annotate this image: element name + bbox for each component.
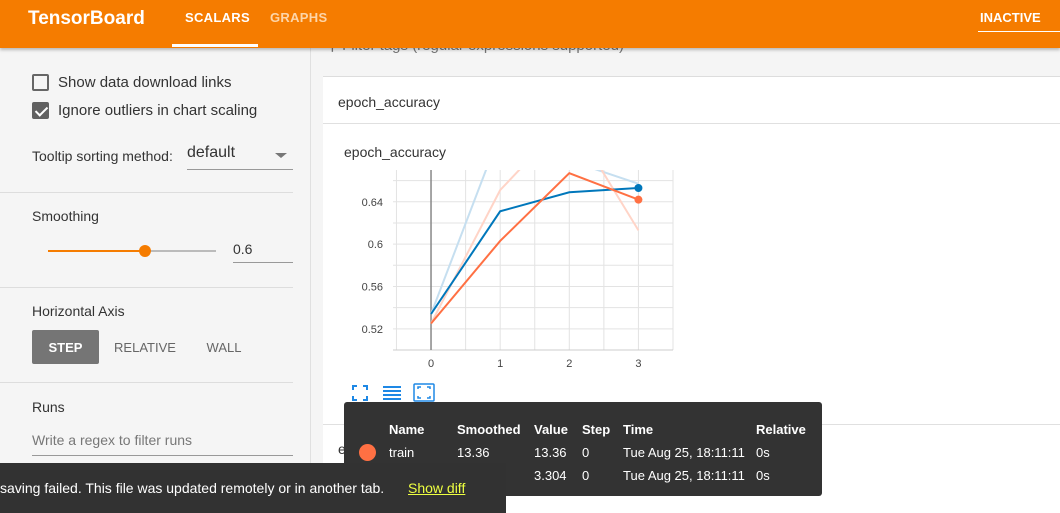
tooltip-header-value: Value: [534, 422, 568, 437]
expand-icon[interactable]: [352, 385, 368, 401]
show-download-links-option[interactable]: Show data download links: [32, 74, 231, 91]
smoothing-slider-thumb[interactable]: [138, 245, 151, 257]
tag-group-title: epoch_accuracy: [338, 94, 440, 110]
y-tick-label: 0.52: [362, 324, 383, 336]
runs-label: Runs: [32, 399, 65, 415]
data-table-icon[interactable]: [383, 386, 401, 400]
active-tab-indicator: [172, 44, 258, 47]
show-download-links-checkbox[interactable]: [32, 74, 49, 91]
smoothing-slider-fill: [48, 250, 145, 252]
series-color-swatch: [359, 444, 376, 461]
chart-plot[interactable]: 0.52 0.56 0.6 0.64 0 1 2 3: [323, 144, 1060, 424]
tooltip-row-value: 3.304: [534, 468, 567, 483]
axis-relative-button[interactable]: RELATIVE: [109, 330, 181, 364]
smoothing-slider[interactable]: [48, 245, 216, 257]
tab-scalars[interactable]: SCALARS: [185, 10, 250, 25]
horizontal-axis-label: Horizontal Axis: [32, 303, 125, 319]
series-last-point: [634, 184, 643, 192]
toast-message: saving failed. This file was updated rem…: [0, 480, 385, 496]
tooltip-row-step: 0: [582, 468, 590, 483]
tooltip-sort-label: Tooltip sorting method:: [32, 148, 173, 164]
series-last-point: [634, 195, 643, 204]
tooltip-row-value: 13.36: [534, 445, 567, 460]
sidebar: Show data download links Ignore outliers…: [0, 48, 311, 513]
tooltip-row-smoothed: 13.36: [457, 445, 490, 460]
tooltip-header-name: Name: [389, 422, 425, 437]
x-tick-label: 2: [566, 358, 572, 370]
ignore-outliers-label: Ignore outliers in chart scaling: [58, 102, 258, 119]
axis-wall-button[interactable]: WALL: [193, 330, 255, 364]
tooltip-sort-select[interactable]: default: [187, 144, 293, 170]
tooltip-row-time: Tue Aug 25, 18:11:11: [623, 445, 745, 460]
axis-step-button[interactable]: STEP: [32, 330, 99, 364]
save-error-toast: saving failed. This file was updated rem…: [0, 463, 506, 513]
tooltip-row-step: 0: [582, 445, 590, 460]
tab-graphs[interactable]: GRAPHS: [270, 10, 327, 25]
chevron-down-icon: [275, 153, 287, 158]
sidebar-divider: [0, 287, 293, 288]
y-tick-label: 0.6: [368, 239, 383, 251]
tooltip-header-relative: Relative: [756, 422, 806, 437]
app-brand: TensorBoard: [28, 8, 145, 29]
sidebar-divider: [0, 192, 293, 193]
tooltip-row-relative: 0s: [756, 445, 770, 460]
top-app-bar: TensorBoard SCALARS GRAPHS INACTIVE: [0, 0, 1060, 48]
status-underline: [978, 31, 1060, 32]
runs-filter-input[interactable]: Write a regex to filter runs: [32, 428, 293, 456]
smoothing-value-input[interactable]: 0.6: [233, 236, 293, 263]
tooltip-row-time: Tue Aug 25, 18:11:11: [623, 468, 745, 483]
tag-group-header[interactable]: epoch_accuracy: [323, 76, 1060, 124]
tooltip-header-smoothed: Smoothed: [457, 422, 521, 437]
x-tick-label: 0: [428, 358, 434, 370]
run-status-dropdown[interactable]: INACTIVE: [980, 10, 1041, 25]
tooltip-header-time: Time: [623, 422, 654, 437]
show-download-links-label: Show data download links: [58, 74, 232, 91]
tooltip-sort-value: default: [187, 144, 236, 161]
fit-domain-icon[interactable]: [413, 383, 435, 402]
show-diff-link[interactable]: Show diff: [408, 480, 465, 496]
ignore-outliers-checkbox[interactable]: [32, 102, 49, 119]
y-tick-label: 0.64: [362, 197, 383, 209]
ignore-outliers-option[interactable]: Ignore outliers in chart scaling: [32, 102, 257, 119]
tooltip-header-step: Step: [582, 422, 611, 437]
y-tick-label: 0.56: [362, 281, 383, 293]
tooltip-row-relative: 0s: [756, 468, 770, 483]
sidebar-divider: [0, 382, 293, 383]
x-tick-label: 1: [497, 358, 503, 370]
smoothing-label: Smoothing: [32, 208, 99, 224]
tooltip-row-name: train: [389, 445, 415, 460]
scalar-chart-card: epoch_accuracy 0.52 0.56 0.6 0.64 0 1 2 3: [323, 124, 1060, 424]
x-tick-label: 3: [635, 358, 641, 370]
